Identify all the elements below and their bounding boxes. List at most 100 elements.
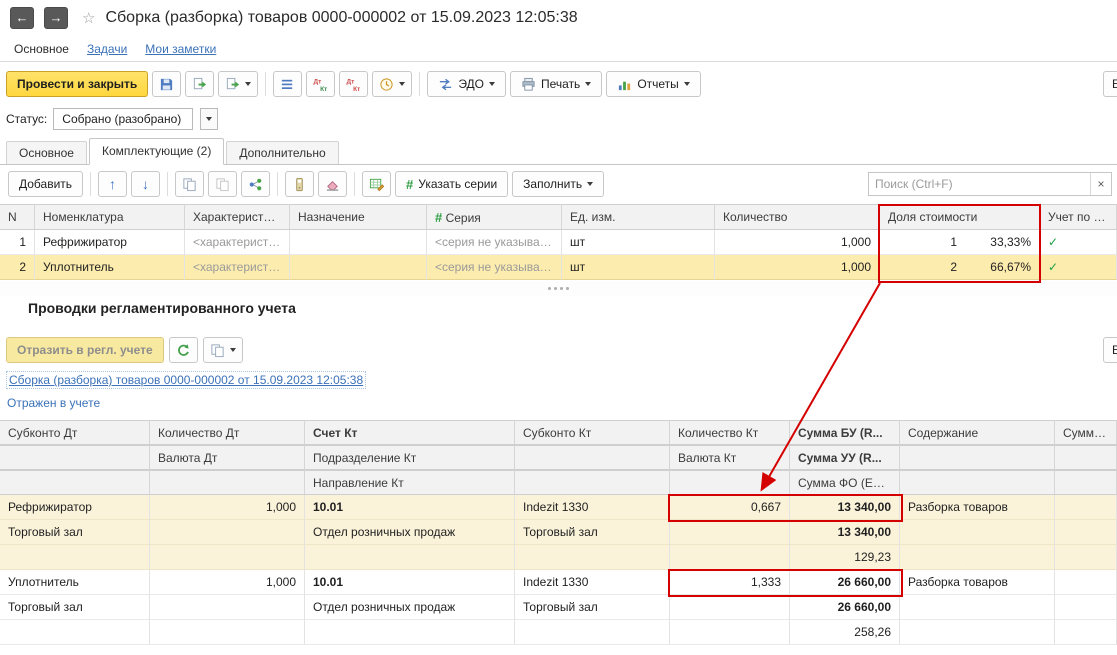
debit-credit-icon: Дт Кт <box>313 77 329 91</box>
status-combobox[interactable]: Собрано (разобрано) <box>53 108 194 130</box>
debit-credit-doc-icon: Дт Кт <box>346 77 362 92</box>
tab-additional[interactable]: Дополнительно <box>226 141 339 164</box>
toolbar-separator <box>419 72 421 96</box>
table-row[interactable]: Торговый зал Отдел розничных продаж Торг… <box>0 520 1117 545</box>
edo-button[interactable]: ЭДО <box>427 71 506 97</box>
save-button[interactable] <box>152 71 182 97</box>
share-icon <box>248 177 263 192</box>
postings-header-row-3: Направление Кт Сумма ФО (EUR) <box>0 470 1117 495</box>
scheduled-tasks-button[interactable] <box>372 71 413 97</box>
column-header-qty-kt[interactable]: Количество Кт <box>670 420 790 445</box>
status-row: Статус: Собрано (разобрано) <box>0 104 219 134</box>
post-and-close-button[interactable]: Провести и закрыть <box>6 71 149 97</box>
check-icon: ✓ <box>1048 235 1059 249</box>
search-input[interactable] <box>869 177 1090 191</box>
copy-menu-button[interactable] <box>202 337 243 363</box>
data-terminal-button[interactable] <box>285 171 315 197</box>
table-row[interactable]: 1 Рефрижиратор <характеристики... <серия… <box>0 230 1117 255</box>
clear-search-button[interactable]: × <box>1090 173 1111 195</box>
move-down-button[interactable]: ↓ <box>131 171 161 197</box>
document-tabs: Основное Комплектующие (2) Дополнительно <box>0 138 1117 165</box>
column-header-gtd[interactable]: Учет по ГТД <box>1040 204 1117 230</box>
column-header-characteristic[interactable]: Характеристика <box>185 204 290 230</box>
reports-button[interactable]: Отчеты <box>606 71 701 97</box>
show-postings-button[interactable]: Дт Кт <box>306 71 336 97</box>
favorite-star-icon[interactable]: ☆ <box>82 9 95 27</box>
document-link[interactable]: Сборка (разборка) товаров 0000-000002 от… <box>5 371 367 389</box>
more-button[interactable]: Е <box>1103 71 1117 97</box>
postings-table: Субконто Дт Количество Дт Счет Кт Субкон… <box>0 420 1117 645</box>
components-table-header: N Номенклатура Характеристика Назначение… <box>0 204 1117 230</box>
nav-item-notes[interactable]: Мои заметки <box>145 42 216 56</box>
refresh-button[interactable] <box>168 337 198 363</box>
column-header-subconto-kt[interactable]: Субконто Кт <box>515 420 670 445</box>
toolbar-separator <box>167 172 169 196</box>
series-header-label: Серия <box>445 211 481 225</box>
window-header: ← → ☆ Сборка (разборка) товаров 0000-000… <box>0 0 1117 36</box>
column-header-content[interactable]: Содержание <box>900 420 1055 445</box>
paste-row-button[interactable] <box>208 171 238 197</box>
column-header-qty-dt[interactable]: Количество Дт <box>150 420 305 445</box>
postings-section-title: Проводки регламентированного учета <box>28 300 296 316</box>
copy-row-button[interactable] <box>175 171 205 197</box>
column-header-sum-bu[interactable]: Сумма БУ (R... <box>790 420 900 445</box>
cell-cost-share: 1 33,33% <box>880 230 1040 255</box>
nav-item-main[interactable]: Основное <box>14 42 69 56</box>
chevron-down-icon <box>245 82 252 86</box>
clear-button[interactable] <box>318 171 348 197</box>
back-button[interactable]: ← <box>10 7 34 29</box>
svg-text:Кт: Кт <box>353 86 361 92</box>
column-header-series[interactable]: # Серия <box>427 204 562 230</box>
cell-gtd: ✓ <box>1040 230 1117 255</box>
print-label: Печать <box>541 77 581 91</box>
table-row[interactable]: Рефрижиратор 1,000 10.01 Indezit 1330 0,… <box>0 495 1117 520</box>
forward-button[interactable]: → <box>44 7 68 29</box>
arrow-down-icon: ↓ <box>142 176 150 192</box>
printer-icon <box>521 77 536 92</box>
column-header-unit[interactable]: Ед. изм. <box>562 204 715 230</box>
splitter[interactable] <box>0 281 1117 296</box>
components-table: N Номенклатура Характеристика Назначение… <box>0 204 1117 280</box>
column-header-cost-share[interactable]: Доля стоимости <box>880 204 1040 230</box>
column-header-n[interactable]: N <box>0 204 35 230</box>
cell-quantity: 1,000 <box>715 255 880 280</box>
column-header-purpose[interactable]: Назначение <box>290 204 427 230</box>
status-dropdown-button[interactable] <box>200 108 219 130</box>
list-icon <box>280 77 295 92</box>
tab-components[interactable]: Комплектующие (2) <box>88 138 225 165</box>
table-row[interactable]: 258,26 <box>0 620 1117 645</box>
column-header-subconto-dt[interactable]: Субконто Дт <box>0 420 150 445</box>
share-button[interactable] <box>241 171 271 197</box>
create-based-button[interactable] <box>185 71 215 97</box>
create-based-menu-button[interactable] <box>218 71 259 97</box>
cell-purpose <box>290 230 427 255</box>
postings-report-button[interactable]: Дт Кт <box>339 71 369 97</box>
move-up-button[interactable]: ↑ <box>98 171 128 197</box>
print-button[interactable]: Печать <box>510 71 603 97</box>
table-row[interactable]: 129,23 <box>0 545 1117 570</box>
clock-icon <box>379 77 394 92</box>
status-label: Статус: <box>6 112 48 126</box>
reflect-button[interactable]: Отразить в регл. учете <box>6 337 164 363</box>
specify-series-button[interactable]: # Указать серии <box>395 171 509 197</box>
document-structure-button[interactable] <box>273 71 303 97</box>
cell-nomenclature: Рефрижиратор <box>35 230 185 255</box>
more-button[interactable]: Е <box>1103 337 1117 363</box>
edit-table-button[interactable] <box>362 171 392 197</box>
cell-characteristic: <характеристики... <box>185 255 290 280</box>
column-header-account-kt[interactable]: Счет Кт <box>305 420 515 445</box>
table-row[interactable]: Уплотнитель 1,000 10.01 Indezit 1330 1,3… <box>0 570 1117 595</box>
column-header-sum-fo: Сумма ФО (EUR) <box>790 470 900 495</box>
table-row-selected[interactable]: 2 Уплотнитель <характеристики... <серия … <box>0 255 1117 280</box>
column-header-nomenclature[interactable]: Номенклатура <box>35 204 185 230</box>
cell-cost-share: 2 66,67% <box>880 255 1040 280</box>
table-row[interactable]: Торговый зал Отдел розничных продаж Торг… <box>0 595 1117 620</box>
column-header-quantity[interactable]: Количество <box>715 204 880 230</box>
nav-item-tasks[interactable]: Задачи <box>87 42 127 56</box>
add-row-button[interactable]: Добавить <box>8 171 84 197</box>
tab-main[interactable]: Основное <box>6 141 87 164</box>
column-header-sum-n[interactable]: Сумма Н <box>1055 420 1117 445</box>
reflected-status-link[interactable]: Отражен в учете <box>7 396 100 410</box>
cell-n: 1 <box>0 230 35 255</box>
fill-button[interactable]: Заполнить <box>512 171 605 197</box>
